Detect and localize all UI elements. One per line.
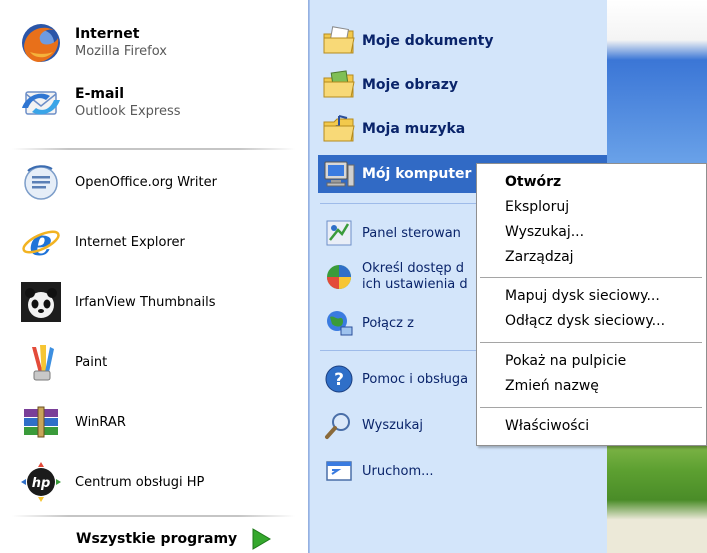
recent-item-hp-center[interactable]: hp Centrum obsługi HP — [18, 457, 204, 507]
svg-text:?: ? — [334, 370, 344, 390]
openoffice-writer-icon — [18, 159, 64, 205]
settings-label-line2: ich ustawienia d — [362, 277, 468, 292]
place-my-music[interactable]: Moja muzyka — [322, 112, 465, 146]
winrar-icon — [18, 399, 64, 445]
recent-item-irfanview[interactable]: IrfanView Thumbnails — [18, 277, 215, 327]
my-music-folder-icon — [322, 112, 356, 146]
program-access-icon — [322, 260, 356, 294]
recent-item-label: Centrum obsługi HP — [75, 474, 205, 490]
firefox-icon — [18, 20, 64, 66]
pinned-item-subtitle: Mozilla Firefox — [75, 44, 167, 59]
connect-to-icon — [322, 306, 356, 340]
search-icon — [322, 408, 356, 442]
desktop-bottom-strip — [607, 520, 707, 553]
context-menu: Otwórz Eksploruj Wyszukaj... Zarządzaj M… — [476, 163, 707, 446]
control-panel-icon — [322, 216, 356, 250]
context-menu-search[interactable]: Wyszukaj... — [505, 224, 584, 240]
all-programs-separator — [12, 515, 295, 517]
context-menu-show-on-desktop[interactable]: Pokaż na pulpicie — [505, 353, 626, 369]
settings-label: Połącz z — [362, 315, 414, 331]
context-menu-properties[interactable]: Właściwości — [505, 418, 589, 434]
place-label: Moje dokumenty — [362, 33, 494, 49]
green-arrow-icon — [251, 528, 272, 550]
settings-label: Panel sterowan — [362, 225, 461, 241]
settings-connect-to[interactable]: Połącz z — [322, 306, 414, 340]
place-label: Moja muzyka — [362, 121, 466, 137]
context-menu-open[interactable]: Otwórz — [505, 174, 561, 190]
recent-item-label: WinRAR — [75, 414, 126, 430]
pinned-item-internet[interactable]: Internet Mozilla Firefox — [18, 18, 167, 68]
hp-icon: hp — [18, 459, 64, 505]
recent-item-winrar[interactable]: WinRAR — [18, 397, 126, 447]
recent-item-label: OpenOffice.org Writer — [75, 174, 217, 190]
pinned-separator — [12, 148, 295, 150]
run-icon — [322, 454, 356, 488]
recent-item-openoffice-writer[interactable]: OpenOffice.org Writer — [18, 157, 217, 207]
context-menu-separator — [480, 277, 702, 278]
outlook-express-icon — [18, 80, 64, 126]
tool-search[interactable]: Wyszukaj — [322, 408, 423, 442]
my-pictures-folder-icon — [322, 68, 356, 102]
context-menu-rename[interactable]: Zmień nazwę — [505, 378, 599, 394]
settings-label-line1: Określ dostęp d — [362, 261, 465, 276]
tool-help[interactable]: ? Pomoc i obsługa — [322, 362, 468, 396]
recent-item-label: Internet Explorer — [75, 234, 185, 250]
svg-text:hp: hp — [32, 476, 51, 491]
place-label: Mój komputer — [362, 166, 472, 182]
recent-item-paint[interactable]: Paint — [18, 337, 107, 387]
my-computer-icon — [322, 157, 356, 191]
pinned-item-title: Internet — [75, 26, 140, 42]
help-icon: ? — [322, 362, 356, 396]
internet-explorer-icon: e — [18, 219, 64, 265]
context-menu-explore[interactable]: Eksploruj — [505, 199, 569, 215]
all-programs-button[interactable]: Wszystkie programy — [76, 528, 272, 550]
settings-control-panel[interactable]: Panel sterowan — [322, 216, 461, 250]
irfanview-icon — [18, 279, 64, 325]
svg-text:e: e — [30, 222, 53, 263]
tool-run[interactable]: Uruchom... — [322, 454, 434, 488]
context-menu-map-network-drive[interactable]: Mapuj dysk sieciowy... — [505, 288, 660, 304]
context-menu-separator — [480, 342, 702, 343]
context-menu-manage[interactable]: Zarządzaj — [505, 249, 574, 265]
place-my-documents[interactable]: Moje dokumenty — [322, 24, 494, 58]
my-documents-folder-icon — [322, 24, 356, 58]
context-menu-disconnect-network-drive[interactable]: Odłącz dysk sieciowy... — [505, 313, 665, 329]
context-menu-separator — [480, 407, 702, 408]
pinned-item-subtitle: Outlook Express — [75, 104, 181, 119]
recent-item-internet-explorer[interactable]: e Internet Explorer — [18, 217, 185, 267]
settings-program-access[interactable]: Określ dostęp d ich ustawienia d — [322, 260, 468, 294]
pinned-item-email[interactable]: E-mail Outlook Express — [18, 78, 181, 128]
all-programs-label: Wszystkie programy — [76, 531, 238, 547]
tool-label: Uruchom... — [362, 463, 434, 479]
start-menu-left-pane: Internet Mozilla Firefox E-mail Outlook … — [0, 0, 309, 553]
place-my-computer[interactable]: Mój komputer — [322, 157, 471, 191]
tool-label: Wyszukaj — [362, 417, 424, 433]
paint-icon — [18, 339, 64, 385]
pinned-item-title: E-mail — [75, 86, 125, 102]
place-label: Moje obrazy — [362, 77, 458, 93]
place-my-pictures[interactable]: Moje obrazy — [322, 68, 458, 102]
recent-item-label: IrfanView Thumbnails — [75, 294, 216, 310]
tool-label: Pomoc i obsługa — [362, 371, 469, 387]
recent-item-label: Paint — [75, 354, 108, 370]
